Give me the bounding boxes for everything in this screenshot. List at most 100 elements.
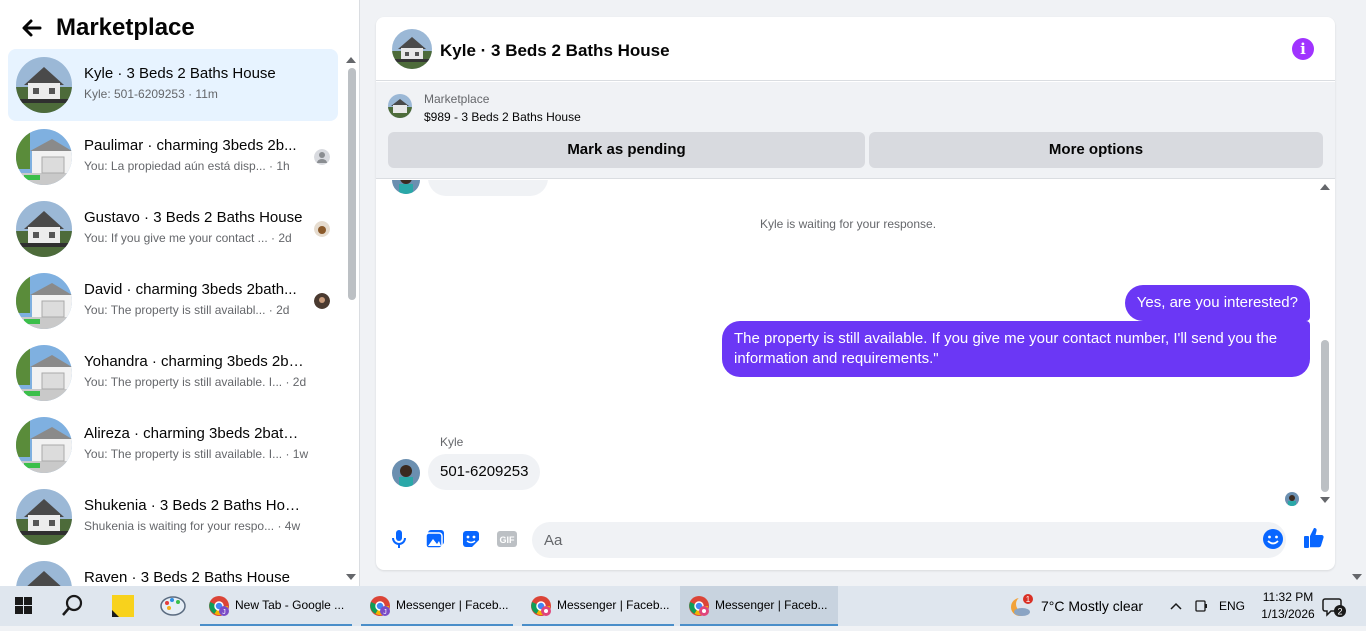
preview-text: You: La propiedad aún está disp...	[84, 159, 266, 173]
clock-date[interactable]: 1/13/2026	[1254, 607, 1322, 621]
separator: ·	[265, 303, 277, 317]
separator: ·	[282, 375, 293, 389]
conversation-item[interactable]: Raven · 3 Beds 2 Baths House	[8, 553, 338, 586]
mark-as-pending-button[interactable]: Mark as pending	[388, 132, 865, 168]
taskbar-app-chrome[interactable]: J New Tab - Google ...	[200, 586, 352, 626]
chevron-up-icon[interactable]	[1168, 598, 1184, 614]
conversation-time: 2d	[276, 303, 290, 317]
avatar[interactable]	[392, 29, 432, 69]
windows-start-icon[interactable]	[0, 586, 48, 626]
conversation-time: 2d	[292, 375, 307, 389]
preview-text: You: The property is still availabl...	[84, 303, 266, 317]
separator: ·	[184, 87, 196, 101]
svg-text:J: J	[222, 609, 226, 616]
outgoing-message[interactable]: Yes, are you interested?	[1124, 285, 1310, 321]
page-scroll-down-arrow-icon[interactable]	[1352, 574, 1362, 580]
seen-avatar	[314, 293, 330, 309]
conversation-time: 1w	[292, 447, 309, 461]
conversation-time: 1h	[276, 159, 290, 173]
photo-icon[interactable]	[424, 528, 446, 550]
taskbar-app-messenger-active[interactable]: Messenger | Faceb...	[680, 586, 838, 626]
emoji-icon[interactable]	[1262, 528, 1284, 550]
search-icon[interactable]	[48, 586, 96, 626]
scroll-down-arrow-icon[interactable]	[1320, 497, 1330, 503]
conversation-item[interactable]: Paulimar · charming 3beds 2b... You: La p…	[8, 121, 338, 193]
avatar	[16, 345, 72, 401]
sidebar-scroll-thumb[interactable]	[348, 68, 356, 300]
conversation-name: Paulimar · charming 3beds 2b...	[84, 137, 297, 154]
marketplace-label: Marketplace	[424, 92, 490, 106]
separator: ·	[265, 159, 277, 173]
conversation-name: Yohandra · charming 3beds 2bat...	[84, 353, 306, 370]
weather-text: 7°C Mostly clear	[1041, 598, 1144, 614]
preview-text: You: The property is still available. I.…	[84, 375, 283, 389]
conversation-preview: You: The property is still available. I.…	[84, 375, 306, 389]
avatar[interactable]	[392, 459, 420, 487]
conversation-preview: Kyle: 501-6209253 · 11m	[84, 87, 306, 101]
avatar	[16, 201, 72, 257]
sidebar-scrollbar[interactable]	[346, 66, 356, 586]
conversation-name: Gustavo · 3 Beds 2 Baths House	[84, 209, 303, 226]
conversation-name: Raven · 3 Beds 2 Baths House	[84, 569, 290, 586]
listing-title[interactable]: $989 - 3 Beds 2 Baths House	[424, 110, 581, 124]
message-scroll-thumb[interactable]	[1321, 340, 1329, 492]
weather-moon-icon: 1	[1009, 594, 1033, 618]
messenger-app: Marketplace Kyle · 3 Beds 2 Baths House K…	[0, 0, 1366, 586]
conversation-item[interactable]: David · charming 3beds 2bath... You: The …	[8, 265, 338, 337]
svg-text:J: J	[383, 609, 387, 616]
conversation-item[interactable]: Kyle · 3 Beds 2 Baths House Kyle: 501-620…	[8, 49, 338, 121]
avatar	[16, 417, 72, 473]
weather-widget[interactable]: 1 7°C Mostly clear	[1005, 586, 1155, 626]
clock-time[interactable]: 11:32 PM	[1258, 590, 1318, 604]
scroll-down-arrow-icon[interactable]	[346, 574, 356, 580]
outgoing-message[interactable]: The property is still available. If you …	[722, 321, 1310, 377]
conversation-name: David · charming 3beds 2bath...	[84, 281, 297, 298]
sidebar-header: Marketplace	[0, 0, 359, 46]
conversation-item[interactable]: Alireza · charming 3beds 2bathr... You: T…	[8, 409, 338, 481]
language-indicator[interactable]: ENG	[1219, 599, 1245, 613]
seen-avatar	[314, 221, 330, 237]
seen-avatar	[314, 149, 330, 165]
avatar	[392, 180, 420, 194]
info-icon[interactable]: i	[1292, 38, 1314, 60]
taskbar-app-messenger[interactable]: Messenger | Faceb...	[522, 586, 674, 626]
conversation-item[interactable]: Yohandra · charming 3beds 2bat... You: Th…	[8, 337, 338, 409]
conversation-preview: You: If you give me your contact ... · 2…	[84, 231, 306, 245]
chat-title: Kyle · 3 Beds 2 Baths House	[440, 41, 670, 60]
sticky-notes-icon[interactable]	[100, 586, 146, 626]
chrome-icon	[688, 595, 710, 617]
message-bubble	[428, 180, 548, 196]
scroll-up-arrow-icon[interactable]	[1320, 184, 1330, 190]
more-options-button[interactable]: More options	[869, 132, 1323, 168]
incoming-message[interactable]: 501-6209253	[428, 454, 541, 490]
back-arrow-icon[interactable]	[16, 12, 48, 44]
chat-header: Kyle · 3 Beds 2 Baths House i	[376, 17, 1335, 81]
conversation-item[interactable]: Gustavo · 3 Beds 2 Baths House You: If yo…	[8, 193, 338, 265]
conversation-item[interactable]: Shukenia · 3 Beds 2 Baths House Shukenia …	[8, 481, 338, 553]
conversation-time: 11m	[195, 87, 218, 101]
paint-palette-icon[interactable]	[150, 586, 196, 626]
scroll-up-arrow-icon[interactable]	[346, 57, 356, 63]
sticker-icon[interactable]	[460, 528, 482, 550]
message-thread: Kyle is waiting for your response. Yes, …	[376, 180, 1335, 513]
message-input[interactable]	[532, 522, 1286, 558]
svg-text:GIF: GIF	[500, 535, 516, 545]
notifications-icon[interactable]: 2	[1322, 596, 1346, 618]
like-thumbs-up-icon[interactable]	[1302, 526, 1326, 550]
conversation-name: Kyle · 3 Beds 2 Baths House	[84, 65, 276, 82]
avatar	[16, 561, 72, 586]
network-icon[interactable]	[1193, 598, 1209, 614]
chrome-icon: J	[369, 595, 391, 617]
chrome-icon	[530, 595, 552, 617]
taskbar-app-label: Messenger | Faceb...	[557, 598, 670, 612]
windows-taskbar: J New Tab - Google ... J Messenger | Fac…	[0, 586, 1366, 626]
avatar	[16, 273, 72, 329]
preview-text: Kyle: 501-6209253	[84, 87, 185, 101]
gif-icon[interactable]: GIF	[496, 528, 518, 550]
taskbar-app-messenger[interactable]: J Messenger | Faceb...	[361, 586, 513, 626]
conversation-preview: You: La propiedad aún está disp... · 1h	[84, 159, 306, 173]
listing-thumbnail[interactable]	[388, 94, 412, 118]
microphone-icon[interactable]	[388, 528, 410, 550]
conversation-preview: You: The property is still available. I.…	[84, 447, 309, 461]
preview-text: Shukenia is waiting for your respo...	[84, 519, 275, 533]
